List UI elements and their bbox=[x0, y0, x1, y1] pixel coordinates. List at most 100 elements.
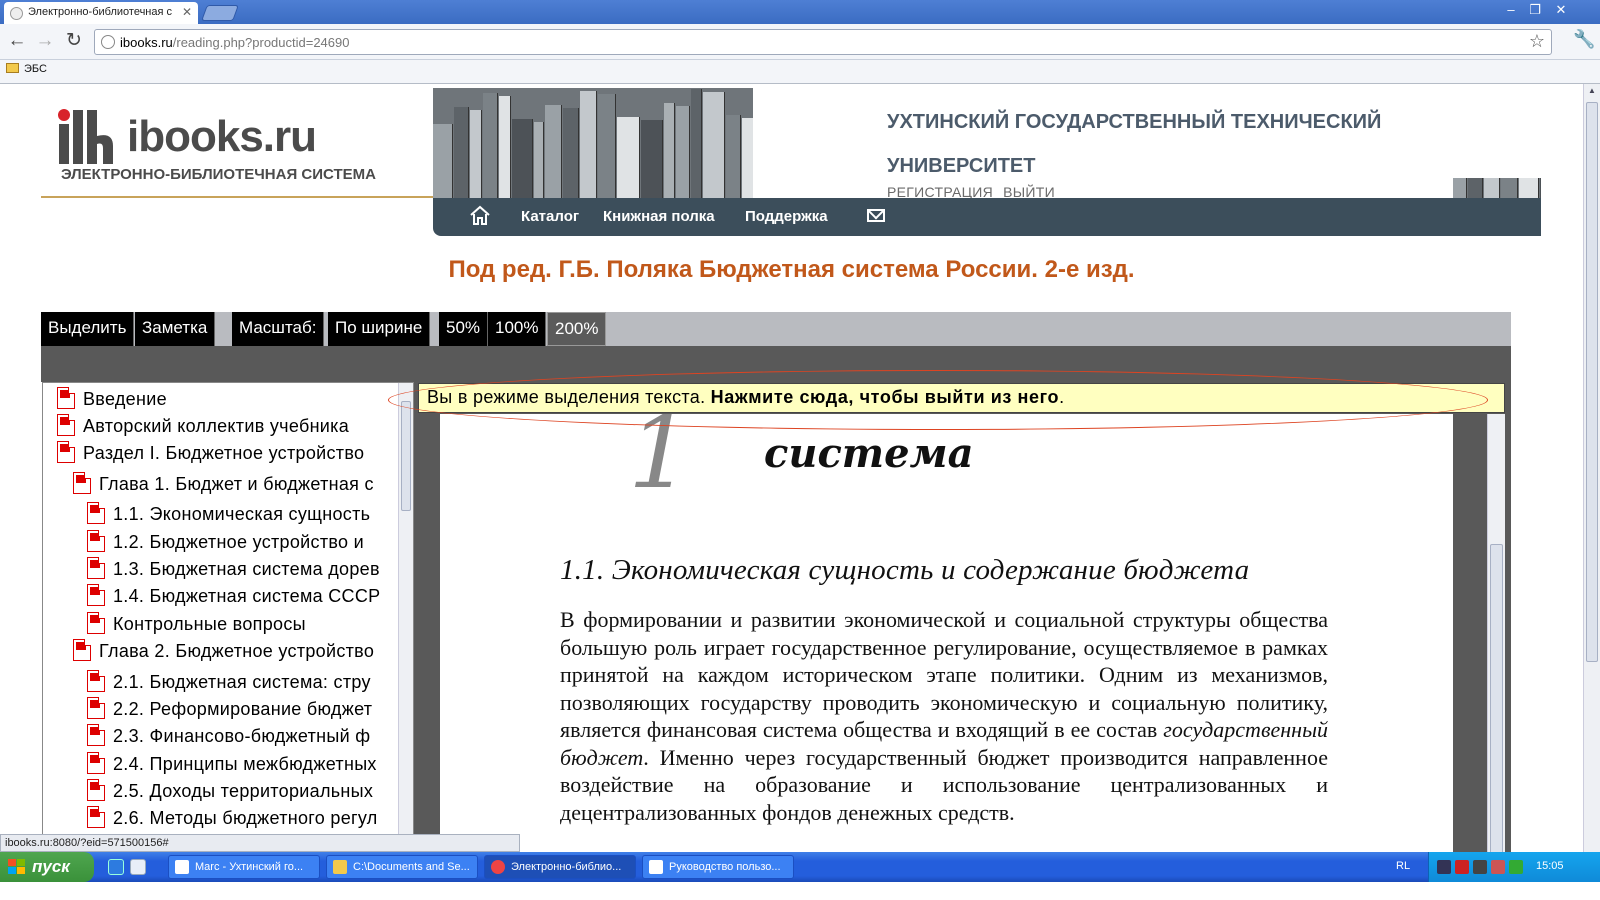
task-button-explorer[interactable]: C:\Documents and Se... bbox=[326, 855, 478, 879]
back-icon[interactable]: ← bbox=[5, 29, 29, 53]
university-line-1: УХТИНСКИЙ ГОСУДАРСТВЕННЫЙ ТЕХНИЧЕСКИЙ bbox=[887, 111, 1382, 133]
toc-item[interactable]: Глава 1. Бюджет и бюджетная с bbox=[73, 472, 374, 495]
chapter-number: 1 bbox=[628, 414, 692, 511]
toc-item[interactable]: 2.2. Реформирование бюджет bbox=[87, 697, 372, 720]
toc-item-label: Введение bbox=[83, 389, 167, 409]
toc-item[interactable]: 2.6. Методы бюджетного регул bbox=[87, 806, 378, 829]
toc-item[interactable]: Раздел I. Бюджетное устройство bbox=[57, 441, 364, 464]
url-host: ibooks.ru bbox=[120, 35, 173, 50]
toc-item[interactable]: 1.1. Экономическая сущность bbox=[87, 502, 370, 525]
pdf-icon bbox=[87, 670, 105, 692]
tab-title: Электронно-библиотечная с bbox=[28, 6, 173, 18]
toc-item[interactable]: Контрольные вопросы bbox=[87, 612, 306, 635]
pdf-icon bbox=[87, 584, 105, 606]
tray-app-icon[interactable] bbox=[1509, 860, 1523, 874]
toc-item[interactable]: 2.5. Доходы территориальных bbox=[87, 779, 373, 802]
toc-item[interactable]: 1.3. Бюджетная система дорев bbox=[87, 557, 380, 580]
toc-item-label: 1.3. Бюджетная система дорев bbox=[113, 559, 380, 579]
zoom-200-button[interactable]: 200% bbox=[547, 312, 607, 346]
selection-mode-notice[interactable]: Вы в режиме выделения текста. Нажмите сю… bbox=[418, 383, 1505, 413]
toc-scrollbar[interactable] bbox=[398, 383, 413, 870]
address-bar[interactable]: ibooks.ru/reading.php?productid=24690 ☆ bbox=[94, 29, 1552, 55]
language-indicator[interactable]: RL bbox=[1396, 860, 1410, 872]
page-scrollbar[interactable] bbox=[1487, 414, 1505, 870]
bookmark-folder[interactable]: ЭБС bbox=[6, 63, 47, 75]
window-scrollbar[interactable]: ▲ ▼ bbox=[1583, 84, 1600, 870]
pdf-icon bbox=[87, 612, 105, 634]
note-button[interactable]: Заметка bbox=[135, 312, 216, 346]
university-line-2: УНИВЕРСИТЕТ bbox=[887, 155, 1036, 177]
reader-header-bar bbox=[41, 346, 1511, 382]
book-spine bbox=[483, 93, 498, 198]
tray-antivirus-icon[interactable] bbox=[1455, 860, 1469, 874]
page-scroll-thumb[interactable] bbox=[1490, 544, 1503, 864]
toc-item[interactable]: Авторский коллектив учебника bbox=[57, 414, 349, 437]
select-button[interactable]: Выделить bbox=[41, 312, 135, 346]
task-button-browser[interactable]: Электронно-библио... bbox=[484, 855, 636, 879]
home-icon[interactable] bbox=[469, 204, 491, 226]
pdf-icon bbox=[87, 752, 105, 774]
toc-item[interactable]: Введение bbox=[57, 387, 167, 410]
minimize-icon[interactable]: – bbox=[1500, 2, 1522, 20]
folder-icon bbox=[333, 860, 347, 874]
nav-support[interactable]: Поддержка bbox=[745, 208, 828, 225]
window-scroll-thumb[interactable] bbox=[1586, 102, 1598, 662]
new-tab-button[interactable] bbox=[201, 5, 239, 21]
exit-selection-link[interactable]: Нажмите сюда, чтобы выйти из него bbox=[711, 387, 1059, 407]
ibooks-logo-mark-icon bbox=[58, 109, 113, 164]
book-spine bbox=[676, 106, 690, 198]
word-icon bbox=[649, 860, 663, 874]
book-spine bbox=[1453, 178, 1467, 198]
book-spine bbox=[470, 110, 482, 198]
nav-bookshelf[interactable]: Книжная полка bbox=[603, 208, 715, 225]
tray-app-icon[interactable] bbox=[1473, 860, 1487, 874]
site-logo[interactable]: ibooks.ru ЭЛЕКТРОННО-БИБЛИОТЕЧНАЯ СИСТЕМ… bbox=[55, 106, 376, 186]
zoom-50-button[interactable]: 50% bbox=[439, 312, 489, 346]
browser-tab[interactable]: Электронно-библиотечная с ✕ bbox=[4, 2, 198, 24]
start-button[interactable]: пуск bbox=[0, 852, 94, 882]
task-button-marc[interactable]: Marc - Ухтинский го... bbox=[168, 855, 320, 879]
fit-width-button[interactable]: По ширине bbox=[328, 312, 431, 346]
table-of-contents: Введение Авторский коллектив учебника Разд… bbox=[42, 382, 414, 870]
book-spine bbox=[499, 96, 511, 198]
page-body-text: В формировании и развитии экономической … bbox=[560, 606, 1328, 826]
toc-item-label: 2.1. Бюджетная система: стру bbox=[113, 672, 371, 692]
toc-item[interactable]: 2.1. Бюджетная система: стру bbox=[87, 670, 371, 693]
page-info-icon[interactable] bbox=[101, 35, 115, 49]
toc-item[interactable]: 2.4. Принципы межбюджетных bbox=[87, 752, 377, 775]
pdf-icon bbox=[57, 441, 75, 463]
toc-item[interactable]: 1.2. Бюджетное устройство и bbox=[87, 530, 364, 553]
pdf-icon bbox=[87, 806, 105, 828]
toc-item-label: 2.4. Принципы межбюджетных bbox=[113, 754, 377, 774]
toc-scroll-thumb[interactable] bbox=[401, 401, 411, 511]
toc-item[interactable]: Глава 2. Бюджетное устройство bbox=[73, 639, 374, 662]
book-spine bbox=[617, 117, 640, 198]
ie-quicklaunch-icon[interactable] bbox=[108, 859, 124, 875]
wrench-menu-icon[interactable]: 🔧 bbox=[1573, 29, 1595, 50]
pdf-icon bbox=[73, 639, 91, 661]
tab-strip: Электронно-библиотечная с ✕ – ❐ ✕ bbox=[0, 0, 1600, 24]
mail-icon[interactable] bbox=[867, 209, 885, 222]
restore-icon[interactable]: ❐ bbox=[1524, 2, 1546, 20]
book-page[interactable]: 1 система 1.1. Экономическая сущность и … bbox=[440, 414, 1453, 870]
tray-network-icon[interactable] bbox=[1437, 860, 1451, 874]
scroll-up-icon[interactable]: ▲ bbox=[1586, 86, 1598, 100]
bookmark-star-icon[interactable]: ☆ bbox=[1529, 31, 1545, 52]
reload-icon[interactable]: ↻ bbox=[62, 29, 86, 53]
close-tab-icon[interactable]: ✕ bbox=[182, 5, 192, 19]
toc-item[interactable]: 2.3. Финансово-бюджетный ф bbox=[87, 724, 370, 747]
forward-icon[interactable]: → bbox=[33, 29, 57, 53]
toc-item-label: Раздел I. Бюджетное устройство bbox=[83, 443, 365, 463]
task-button-word[interactable]: Руководство пользо... bbox=[642, 855, 794, 879]
logo-subtitle: ЭЛЕКТРОННО-БИБЛИОТЕЧНАЯ СИСТЕМА bbox=[61, 166, 376, 183]
taskbar: пуск Marc - Ухтинский го... C:\Documents… bbox=[0, 852, 1600, 882]
system-tray bbox=[1428, 852, 1600, 882]
desktop-quicklaunch-icon[interactable] bbox=[130, 859, 146, 875]
tray-app-icon[interactable] bbox=[1491, 860, 1505, 874]
nav-catalog[interactable]: Каталог bbox=[521, 208, 579, 225]
toc-item[interactable]: 1.4. Бюджетная система СССР bbox=[87, 584, 380, 607]
book-spine bbox=[433, 124, 453, 198]
close-window-icon[interactable]: ✕ bbox=[1550, 2, 1572, 20]
zoom-100-button[interactable]: 100% bbox=[488, 312, 547, 346]
book-spine bbox=[641, 120, 663, 198]
